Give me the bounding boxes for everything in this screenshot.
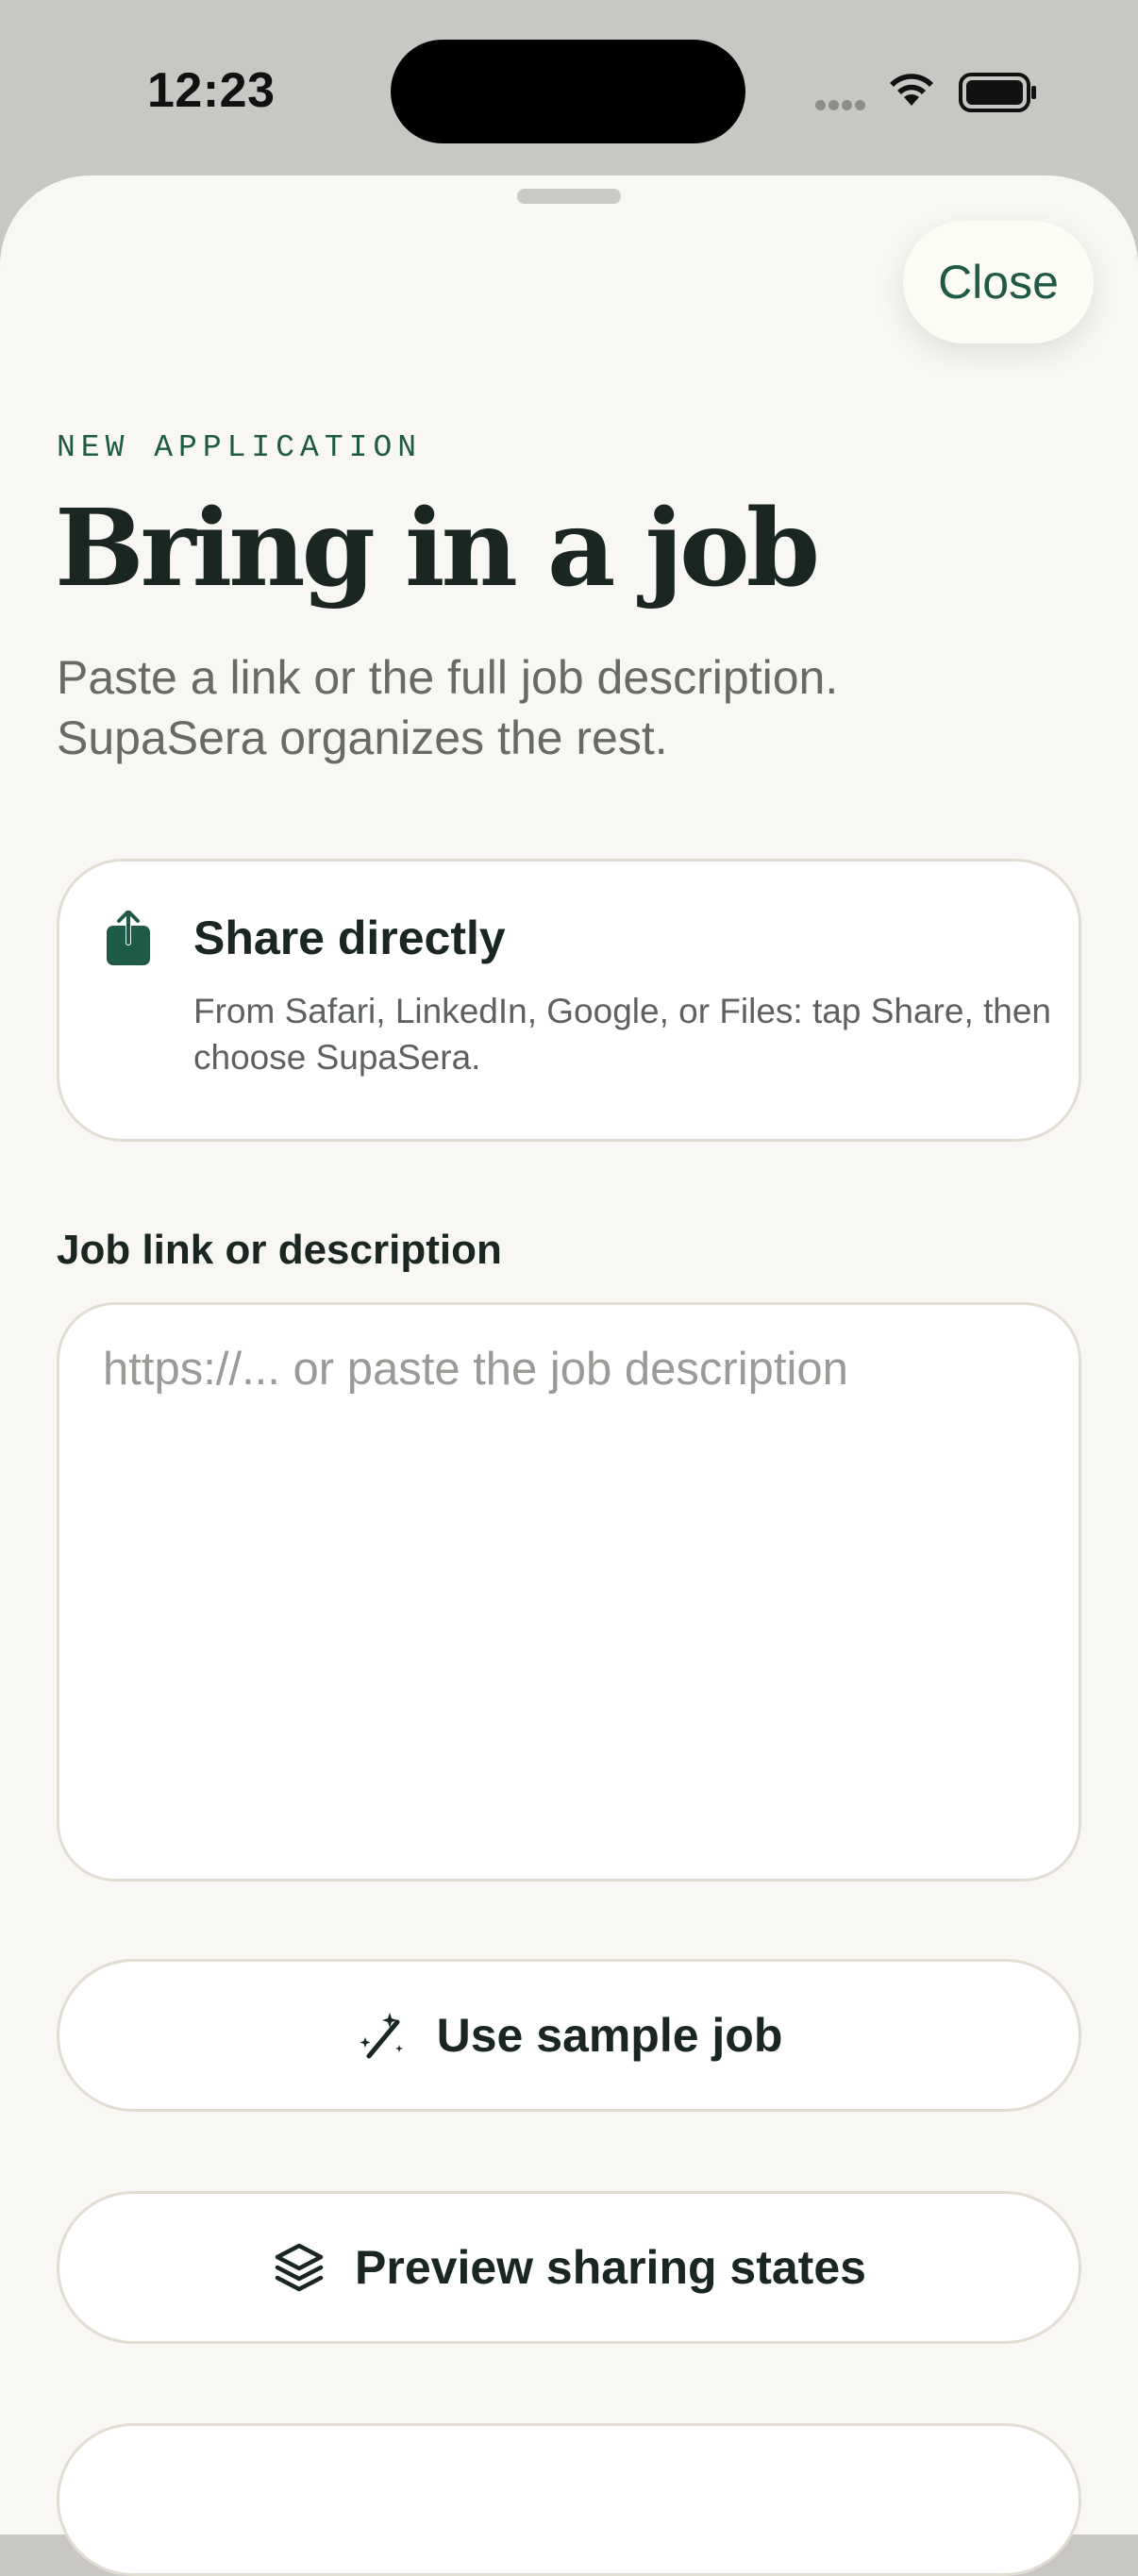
preview-sharing-states-button[interactable]: Preview sharing states	[57, 2191, 1081, 2344]
preview-sharing-states-label: Preview sharing states	[355, 2241, 866, 2294]
cellular-signal-icon	[815, 98, 868, 115]
wifi-icon	[890, 74, 933, 106]
share-card-description: From Safari, LinkedIn, Google, or Files:…	[193, 992, 1052, 1077]
battery-icon	[959, 73, 1036, 112]
share-icon	[107, 911, 150, 965]
additional-action-button[interactable]	[57, 2423, 1081, 2576]
job-input-field[interactable]: https://... or paste the job description	[57, 1302, 1081, 1882]
use-sample-job-label: Use sample job	[436, 2009, 783, 2062]
close-button[interactable]: Close	[903, 221, 1094, 343]
magic-wand-icon	[360, 2013, 403, 2059]
dynamic-island	[391, 40, 745, 143]
eyebrow-label: NEW APPLICATION	[57, 430, 423, 465]
job-input-label: Job link or description	[57, 1227, 502, 1273]
job-input-placeholder: https://... or paste the job description	[103, 1344, 848, 1395]
share-directly-card: Share directly From Safari, LinkedIn, Go…	[57, 859, 1081, 1142]
new-application-sheet: Close NEW APPLICATION Bring in a job Pas…	[0, 176, 1138, 2576]
stack-icon	[275, 2243, 324, 2292]
use-sample-job-button[interactable]: Use sample job	[57, 1959, 1081, 2112]
status-bar: 12:23	[0, 0, 1138, 179]
page-subtitle: Paste a link or the full job description…	[57, 651, 839, 764]
share-card-title: Share directly	[193, 912, 506, 964]
sheet-grabber[interactable]	[517, 189, 621, 204]
page-title: Bring in a job	[55, 487, 820, 611]
status-time: 12:23	[147, 63, 276, 118]
